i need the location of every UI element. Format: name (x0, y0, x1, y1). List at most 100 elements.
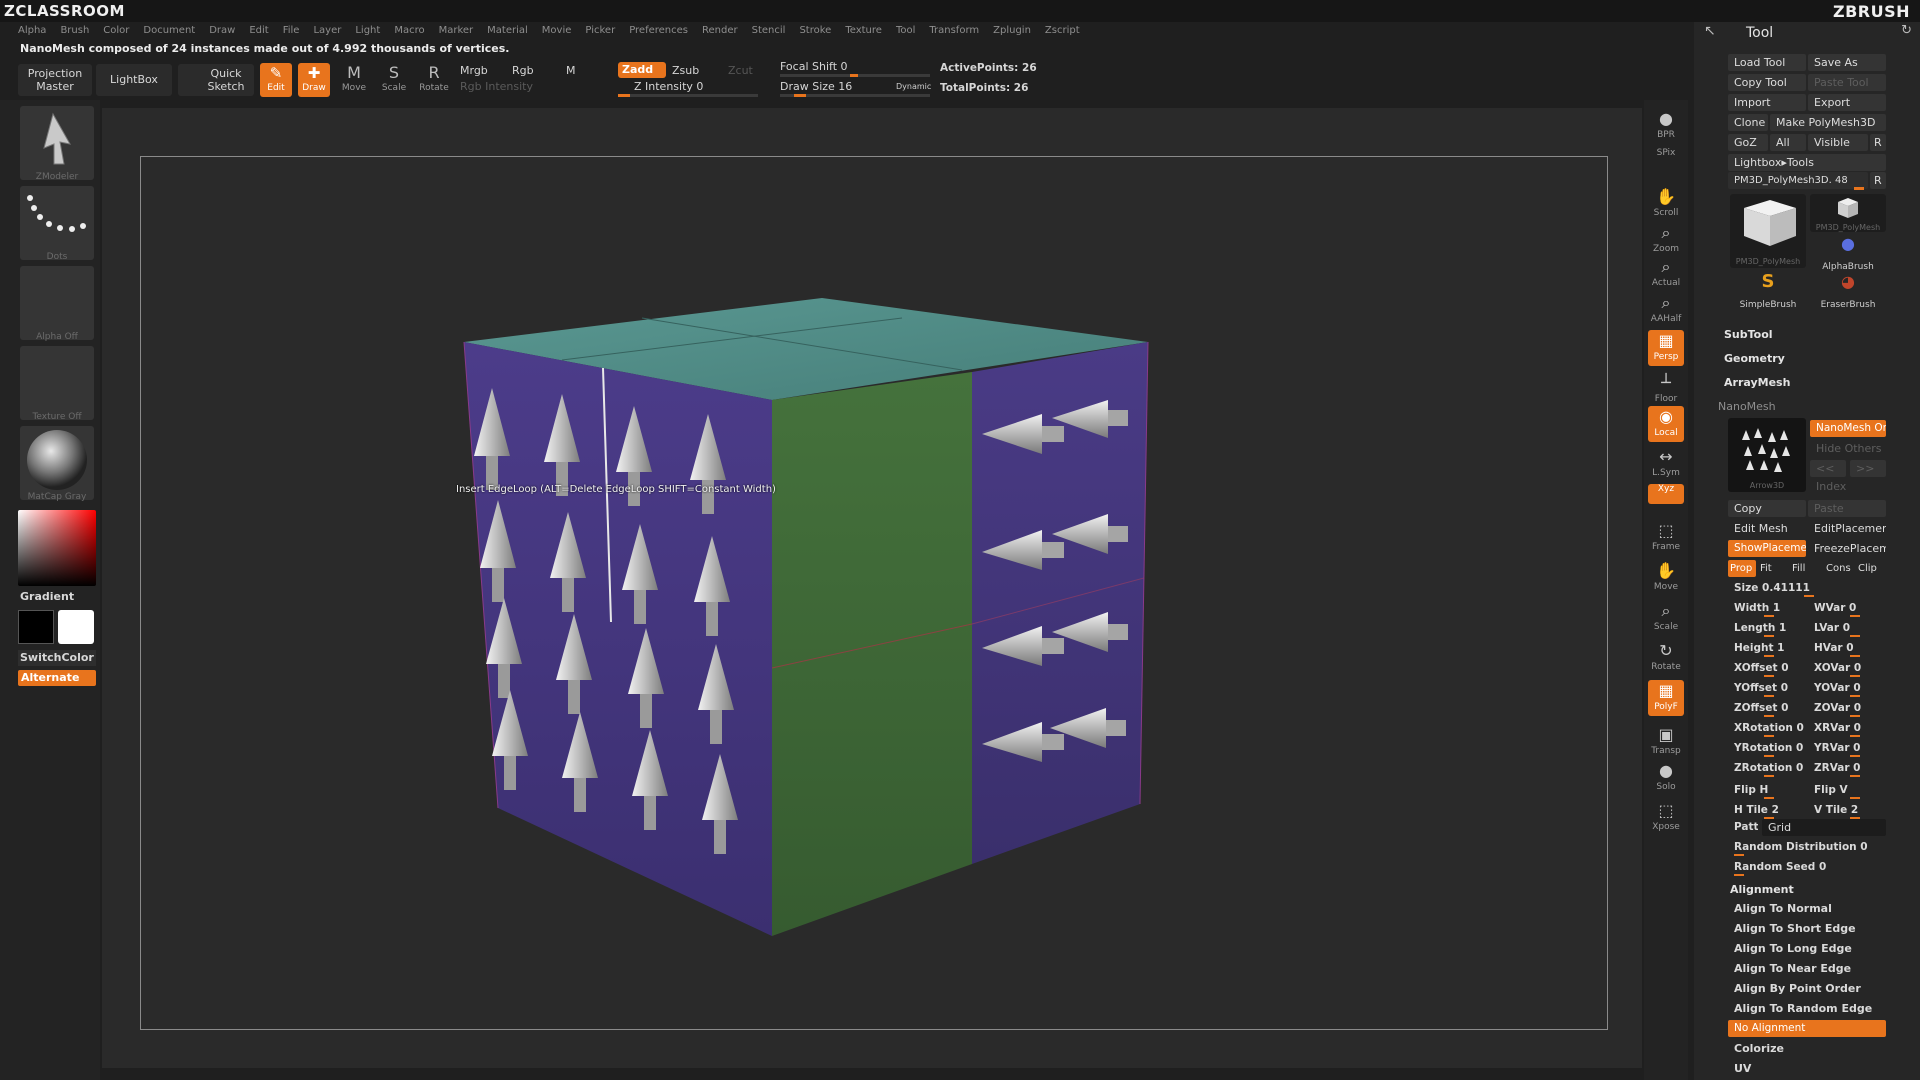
menu-alpha[interactable]: Alpha (18, 22, 46, 40)
visible-button[interactable]: Visible (1808, 134, 1868, 151)
edit-button[interactable]: ✎ Edit (260, 63, 292, 97)
menu-stroke[interactable]: Stroke (799, 22, 831, 40)
pin-icon[interactable]: ↖ (1704, 23, 1716, 39)
freeze-placement-button[interactable]: FreezePlacement (1808, 540, 1886, 557)
geometry-section[interactable]: Geometry (1724, 352, 1785, 365)
index-slider[interactable]: Index (1810, 478, 1886, 495)
menu-file[interactable]: File (283, 22, 300, 40)
rgb-intensity-slider[interactable]: Rgb Intensity (460, 80, 533, 93)
refresh-icon[interactable]: ↻ (1901, 23, 1912, 38)
nanomesh-section[interactable]: NanoMesh (1718, 400, 1776, 413)
flip-v-slider[interactable]: Flip V (1814, 781, 1888, 799)
menu-light[interactable]: Light (355, 22, 380, 40)
projection-master-button[interactable]: Projection Master (18, 64, 92, 96)
height-slider[interactable]: Height 1 (1734, 639, 1808, 657)
quick-sketch-button[interactable]: Quick Sketch (178, 64, 254, 96)
wvar-slider[interactable]: WVar 0 (1814, 599, 1888, 617)
nanomesh-paste-button[interactable]: Paste (1808, 500, 1886, 517)
xrotation-slider[interactable]: XRotation 0 (1734, 719, 1808, 737)
menu-movie[interactable]: Movie (542, 22, 572, 40)
floor-button[interactable]: ┴ Floor (1648, 372, 1684, 408)
menu-color[interactable]: Color (103, 22, 129, 40)
nanomesh-copy-button[interactable]: Copy (1728, 500, 1806, 517)
yrotation-slider[interactable]: YRotation 0 (1734, 739, 1808, 757)
move-button[interactable]: ✋ Move (1648, 560, 1684, 596)
menu-layer[interactable]: Layer (313, 22, 341, 40)
tool-thumb-alphabrush[interactable]: ● AlphaBrush (1810, 234, 1886, 272)
main-color-swatch[interactable] (58, 610, 94, 644)
clone-button[interactable]: Clone (1728, 114, 1768, 131)
menu-draw[interactable]: Draw (209, 22, 235, 40)
color-picker[interactable] (18, 510, 96, 586)
uv-section[interactable]: UV (1734, 1062, 1751, 1075)
menu-tool[interactable]: Tool (896, 22, 915, 40)
tool-thumb-polymesh[interactable]: PM3D_PolyMesh (1730, 194, 1806, 268)
prev-nanomesh-button[interactable]: << (1810, 460, 1846, 477)
r-button[interactable]: R (1870, 134, 1886, 151)
cons-button[interactable]: Cons (1824, 560, 1856, 577)
tool-thumb-polymesh-small[interactable]: PM3D_PolyMesh (1810, 194, 1886, 232)
menu-material[interactable]: Material (487, 22, 528, 40)
align-by-point-order-button[interactable]: Align By Point Order (1734, 982, 1861, 995)
draw-button[interactable]: ✚ Draw (298, 63, 330, 97)
import-button[interactable]: Import (1728, 94, 1806, 111)
menu-document[interactable]: Document (143, 22, 195, 40)
make-polymesh-button[interactable]: Make PolyMesh3D (1770, 114, 1886, 131)
menu-brush[interactable]: Brush (60, 22, 89, 40)
copy-tool-button[interactable]: Copy Tool (1728, 74, 1806, 91)
zrotation-slider[interactable]: ZRotation 0 (1734, 759, 1808, 777)
export-button[interactable]: Export (1808, 94, 1886, 111)
yoffset-slider[interactable]: YOffset 0 (1734, 679, 1808, 697)
paste-tool-button[interactable]: Paste Tool (1808, 74, 1886, 91)
document-canvas[interactable]: Insert EdgeLoop (ALT=Delete EdgeLoop SHI… (102, 108, 1642, 1068)
rotate-button[interactable]: ↻ Rotate (1648, 640, 1684, 676)
prop-button[interactable]: Prop (1728, 560, 1756, 577)
menu-edit[interactable]: Edit (249, 22, 268, 40)
lightbox-button[interactable]: LightBox (96, 64, 172, 96)
zoom-button[interactable]: ⌕ Zoom (1648, 222, 1684, 258)
align-to-normal-button[interactable]: Align To Normal (1734, 902, 1832, 915)
lsym-button[interactable]: ↔ L.Sym (1648, 446, 1684, 482)
secondary-color-swatch[interactable] (18, 610, 54, 644)
xovar-slider[interactable]: XOVar 0 (1814, 659, 1888, 677)
current-tool-slider[interactable]: PM3D_PolyMesh3D. 48 (1728, 172, 1868, 189)
xpose-button[interactable]: ⬚ Xpose (1648, 800, 1684, 836)
tool-thumb-simplebrush[interactable]: S SimpleBrush (1730, 272, 1806, 311)
m-button[interactable]: M (566, 64, 576, 77)
fill-button[interactable]: Fill (1790, 560, 1820, 577)
zadd-button[interactable]: Zadd (618, 62, 666, 78)
solo-button[interactable]: ● Solo (1648, 760, 1684, 796)
gradient-label[interactable]: Gradient (20, 590, 74, 603)
zsub-button[interactable]: Zsub (672, 64, 699, 77)
zovar-slider[interactable]: ZOVar 0 (1814, 699, 1888, 717)
v-tile-slider[interactable]: V Tile 2 (1814, 801, 1888, 819)
no-alignment-button[interactable]: No Alignment (1728, 1020, 1886, 1037)
scale-button[interactable]: ⌕ Scale (1648, 600, 1684, 636)
rotate-button[interactable]: R Rotate (418, 63, 450, 93)
menu-picker[interactable]: Picker (585, 22, 615, 40)
local-button[interactable]: ◉ Local (1648, 406, 1684, 442)
menu-zplugin[interactable]: Zplugin (993, 22, 1031, 40)
menu-stencil[interactable]: Stencil (752, 22, 786, 40)
align-to-short-edge-button[interactable]: Align To Short Edge (1734, 922, 1856, 935)
texture-selector[interactable] (20, 346, 94, 420)
z-intensity-slider[interactable]: Z Intensity 0 (634, 80, 703, 93)
pattern-select[interactable]: Grid (1762, 819, 1886, 836)
width-slider[interactable]: Width 1 (1734, 599, 1808, 617)
stroke-selector[interactable] (20, 186, 94, 260)
move-button[interactable]: M Move (338, 63, 370, 93)
align-to-long-edge-button[interactable]: Align To Long Edge (1734, 942, 1852, 955)
xrvar-slider[interactable]: XRVar 0 (1814, 719, 1888, 737)
tool-thumb-eraserbrush[interactable]: ◕ EraserBrush (1810, 272, 1886, 310)
size-slider[interactable]: Size 0.41111 (1734, 579, 1884, 597)
tool-r-button[interactable]: R (1870, 172, 1886, 189)
lvar-slider[interactable]: LVar 0 (1814, 619, 1888, 637)
edit-mesh-button[interactable]: Edit Mesh (1728, 520, 1806, 537)
draw-size-slider[interactable]: Draw Size 16 (780, 80, 852, 93)
save-as-button[interactable]: Save As (1808, 54, 1886, 71)
show-placement-button[interactable]: ShowPlacement (1728, 540, 1806, 557)
cube-model[interactable] (102, 108, 1642, 1068)
polyf-button[interactable]: ▦ PolyF (1648, 680, 1684, 716)
hide-others-button[interactable]: Hide Others (1810, 440, 1886, 457)
lightbox-tools-button[interactable]: Lightbox▸Tools (1728, 154, 1886, 171)
